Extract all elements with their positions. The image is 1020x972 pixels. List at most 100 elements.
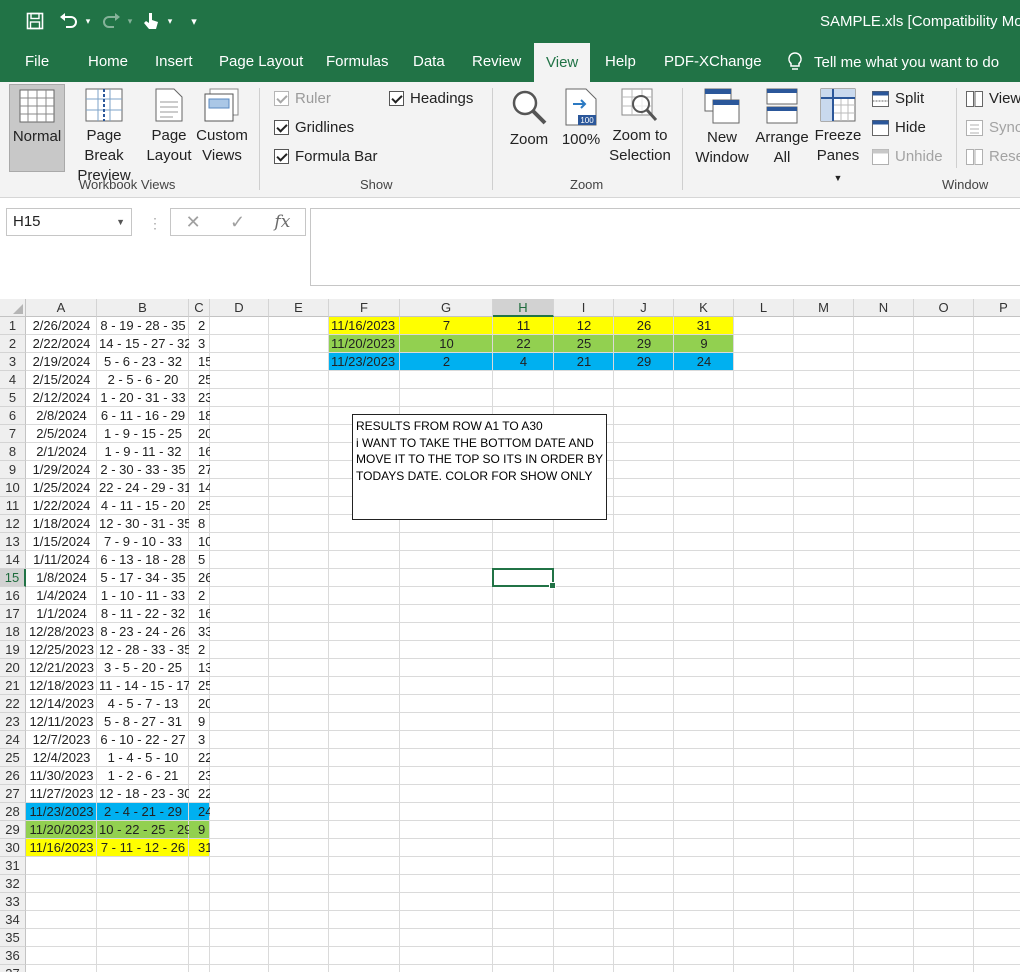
cell-numbers[interactable]: 2 - 30 - 33 - 35 (97, 461, 189, 479)
row-header[interactable]: 22 (0, 695, 26, 713)
enter-icon[interactable]: ✓ (230, 212, 245, 233)
zoom-button[interactable]: Zoom (506, 84, 552, 150)
zoom-100-button[interactable]: 100 100% (560, 84, 602, 150)
cell-value[interactable]: 22 (493, 335, 554, 353)
row-header[interactable]: 34 (0, 911, 26, 929)
cell-date[interactable]: 2/12/2024 (26, 389, 97, 407)
cell-numbers[interactable]: 7 - 9 - 10 - 33 (97, 533, 189, 551)
redo-button[interactable] (98, 9, 124, 33)
cell-value[interactable]: 10 (189, 533, 210, 551)
cell-date[interactable]: 2/15/2024 (26, 371, 97, 389)
cell-date[interactable]: 2/1/2024 (26, 443, 97, 461)
cell-value[interactable]: 20 (189, 695, 210, 713)
row-header[interactable]: 20 (0, 659, 26, 677)
cancel-icon[interactable]: ✕ (186, 212, 201, 233)
cell-numbers[interactable]: 1 - 20 - 31 - 33 (97, 389, 189, 407)
cell-date[interactable]: 12/25/2023 (26, 641, 97, 659)
zoom-to-selection-button[interactable]: Zoom to Selection (608, 84, 672, 166)
row-header[interactable]: 30 (0, 839, 26, 857)
cell-numbers[interactable]: 6 - 11 - 16 - 29 (97, 407, 189, 425)
column-header-c[interactable]: C (189, 299, 210, 317)
cell-date[interactable]: 2/26/2024 (26, 317, 97, 335)
cell-value[interactable]: 25 (189, 497, 210, 515)
cell-value[interactable]: 23 (189, 389, 210, 407)
cell-numbers[interactable]: 4 - 11 - 15 - 20 (97, 497, 189, 515)
freeze-panes-button[interactable]: Freeze Panes ▼ (812, 84, 864, 188)
reset-window-position-button[interactable]: Rese (966, 148, 1020, 165)
cell-date[interactable]: 1/25/2024 (26, 479, 97, 497)
cell-numbers[interactable]: 6 - 13 - 18 - 28 (97, 551, 189, 569)
row-header[interactable]: 7 (0, 425, 26, 443)
column-header-m[interactable]: M (794, 299, 854, 317)
select-all-corner[interactable] (0, 299, 26, 317)
cell-date[interactable]: 11/16/2023 (26, 839, 97, 857)
cell-date[interactable]: 11/16/2023 (329, 317, 400, 335)
cell-value[interactable]: 22 (189, 749, 210, 767)
cell-numbers[interactable]: 8 - 11 - 22 - 32 (97, 605, 189, 623)
active-cell[interactable] (492, 568, 556, 589)
cell-value[interactable]: 23 (189, 767, 210, 785)
cell-numbers[interactable]: 7 - 11 - 12 - 26 (97, 839, 189, 857)
row-header[interactable]: 9 (0, 461, 26, 479)
row-header[interactable]: 18 (0, 623, 26, 641)
cell-value[interactable]: 3 (189, 335, 210, 353)
tab-home[interactable]: Home (88, 42, 128, 82)
cell-date[interactable]: 1/1/2024 (26, 605, 97, 623)
cell-date[interactable]: 1/22/2024 (26, 497, 97, 515)
tab-pdf-xchange[interactable]: PDF-XChange (664, 42, 762, 82)
cell-date[interactable]: 11/20/2023 (26, 821, 97, 839)
cell-date[interactable]: 12/11/2023 (26, 713, 97, 731)
tab-file[interactable]: File (25, 42, 49, 82)
column-header-d[interactable]: D (210, 299, 269, 317)
cell-value[interactable]: 4 (493, 353, 554, 371)
cell-value[interactable]: 25 (554, 335, 614, 353)
row-header[interactable]: 24 (0, 731, 26, 749)
row-header[interactable]: 10 (0, 479, 26, 497)
cell-date[interactable]: 1/4/2024 (26, 587, 97, 605)
row-header[interactable]: 28 (0, 803, 26, 821)
cell-value[interactable]: 9 (189, 713, 210, 731)
row-header[interactable]: 2 (0, 335, 26, 353)
touch-mode-dropdown-icon[interactable]: ▾ (164, 9, 176, 33)
row-header[interactable]: 4 (0, 371, 26, 389)
cell-value[interactable]: 21 (554, 353, 614, 371)
column-header-h[interactable]: H (493, 299, 554, 317)
cell-date[interactable]: 1/15/2024 (26, 533, 97, 551)
cell-value[interactable]: 2 (189, 587, 210, 605)
cell-value[interactable]: 18 (189, 407, 210, 425)
redo-dropdown-icon[interactable]: ▾ (124, 9, 136, 33)
cell-numbers[interactable]: 1 - 10 - 11 - 33 (97, 587, 189, 605)
row-header[interactable]: 31 (0, 857, 26, 875)
normal-view-button[interactable]: Normal (9, 84, 65, 172)
cell-value[interactable]: 29 (614, 353, 674, 371)
worksheet[interactable]: A B C D E F G H I J K L M N O P 1 2 3 4 5 6 7 8 9 10 11 12 13 14 15 16 1… (0, 299, 1020, 972)
split-button[interactable]: Split (872, 90, 924, 107)
cell-value[interactable]: 16 (189, 443, 210, 461)
row-header[interactable]: 11 (0, 497, 26, 515)
insert-function-icon[interactable]: fx (274, 212, 290, 232)
synchronous-scrolling-button[interactable]: Sync (966, 119, 1020, 136)
cell-value[interactable]: 26 (189, 569, 210, 587)
cell-date[interactable]: 1/8/2024 (26, 569, 97, 587)
column-header-k[interactable]: K (674, 299, 734, 317)
row-header[interactable]: 37 (0, 965, 26, 972)
cell-value[interactable]: 5 (189, 551, 210, 569)
column-header-i[interactable]: I (554, 299, 614, 317)
cell-value[interactable]: 24 (189, 803, 210, 821)
cell-value[interactable]: 16 (189, 605, 210, 623)
customize-qat-icon[interactable]: ▾ (188, 9, 200, 33)
touch-mode-button[interactable] (138, 9, 164, 33)
row-header[interactable]: 23 (0, 713, 26, 731)
column-header-g[interactable]: G (400, 299, 493, 317)
cell-numbers[interactable]: 22 - 24 - 29 - 31 (97, 479, 189, 497)
tab-review[interactable]: Review (472, 42, 521, 82)
cell-value[interactable]: 31 (189, 839, 210, 857)
cell-date[interactable]: 2/22/2024 (26, 335, 97, 353)
cell-value[interactable]: 2 (400, 353, 493, 371)
tell-me-search[interactable]: Tell me what you want to do (786, 42, 999, 82)
cell-value[interactable]: 25 (189, 371, 210, 389)
cell-value[interactable]: 15 (189, 353, 210, 371)
column-header-o[interactable]: O (914, 299, 974, 317)
row-header[interactable]: 35 (0, 929, 26, 947)
cell-numbers[interactable]: 11 - 14 - 15 - 17 (97, 677, 189, 695)
